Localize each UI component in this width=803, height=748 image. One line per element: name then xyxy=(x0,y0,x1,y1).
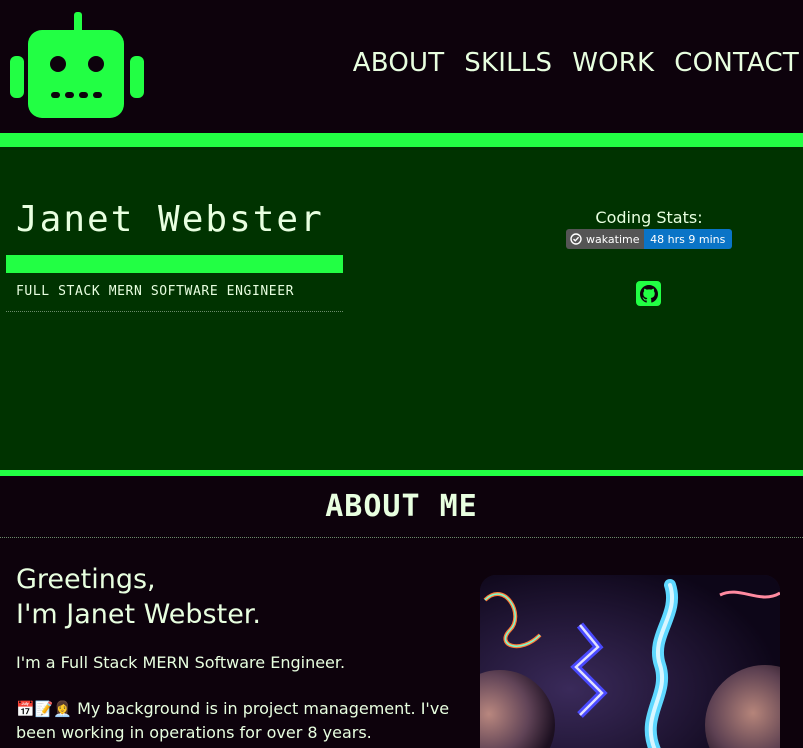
name-underline xyxy=(6,255,343,273)
github-link[interactable] xyxy=(636,281,661,306)
profile-image xyxy=(480,575,780,748)
hero-role: FULL STACK MERN SOFTWARE ENGINEER xyxy=(6,280,343,312)
background-body: My background is in project management. … xyxy=(16,699,450,742)
site-header: ABOUT SKILLS WORK CONTACT xyxy=(0,0,803,133)
greeting: Greetings, I'm Janet Webster. xyxy=(16,562,261,632)
about-title: ABOUT ME xyxy=(0,476,803,538)
background-text: 📅📝👩‍💼 My background is in project manage… xyxy=(16,697,456,745)
badge-value: 48 hrs 9 mins xyxy=(643,229,732,249)
nav-contact[interactable]: CONTACT xyxy=(674,48,799,78)
coding-stats: Coding Stats: wakatime 48 hrs 9 mins xyxy=(566,208,732,249)
badge-label: wakatime xyxy=(586,232,640,246)
hero-section: Janet Webster FULL STACK MERN SOFTWARE E… xyxy=(0,147,803,470)
coding-stats-label: Coding Stats: xyxy=(595,208,703,227)
greeting-line1: Greetings, xyxy=(16,564,156,595)
robot-icon[interactable] xyxy=(10,12,144,118)
wakatime-badge[interactable]: wakatime 48 hrs 9 mins xyxy=(566,229,732,249)
nav-work[interactable]: WORK xyxy=(572,48,654,78)
greeting-line2: I'm Janet Webster. xyxy=(16,599,262,630)
intro-text: I'm a Full Stack MERN Software Engineer. xyxy=(16,653,346,672)
wakatime-icon xyxy=(570,233,582,245)
hero-name: Janet Webster xyxy=(16,199,324,240)
main-nav: ABOUT SKILLS WORK CONTACT xyxy=(353,48,799,78)
nav-about[interactable]: ABOUT xyxy=(353,48,445,78)
github-icon xyxy=(639,284,658,303)
nav-skills[interactable]: SKILLS xyxy=(464,48,552,78)
background-emojis: 📅📝👩‍💼 xyxy=(16,700,73,718)
header-divider xyxy=(0,133,803,147)
